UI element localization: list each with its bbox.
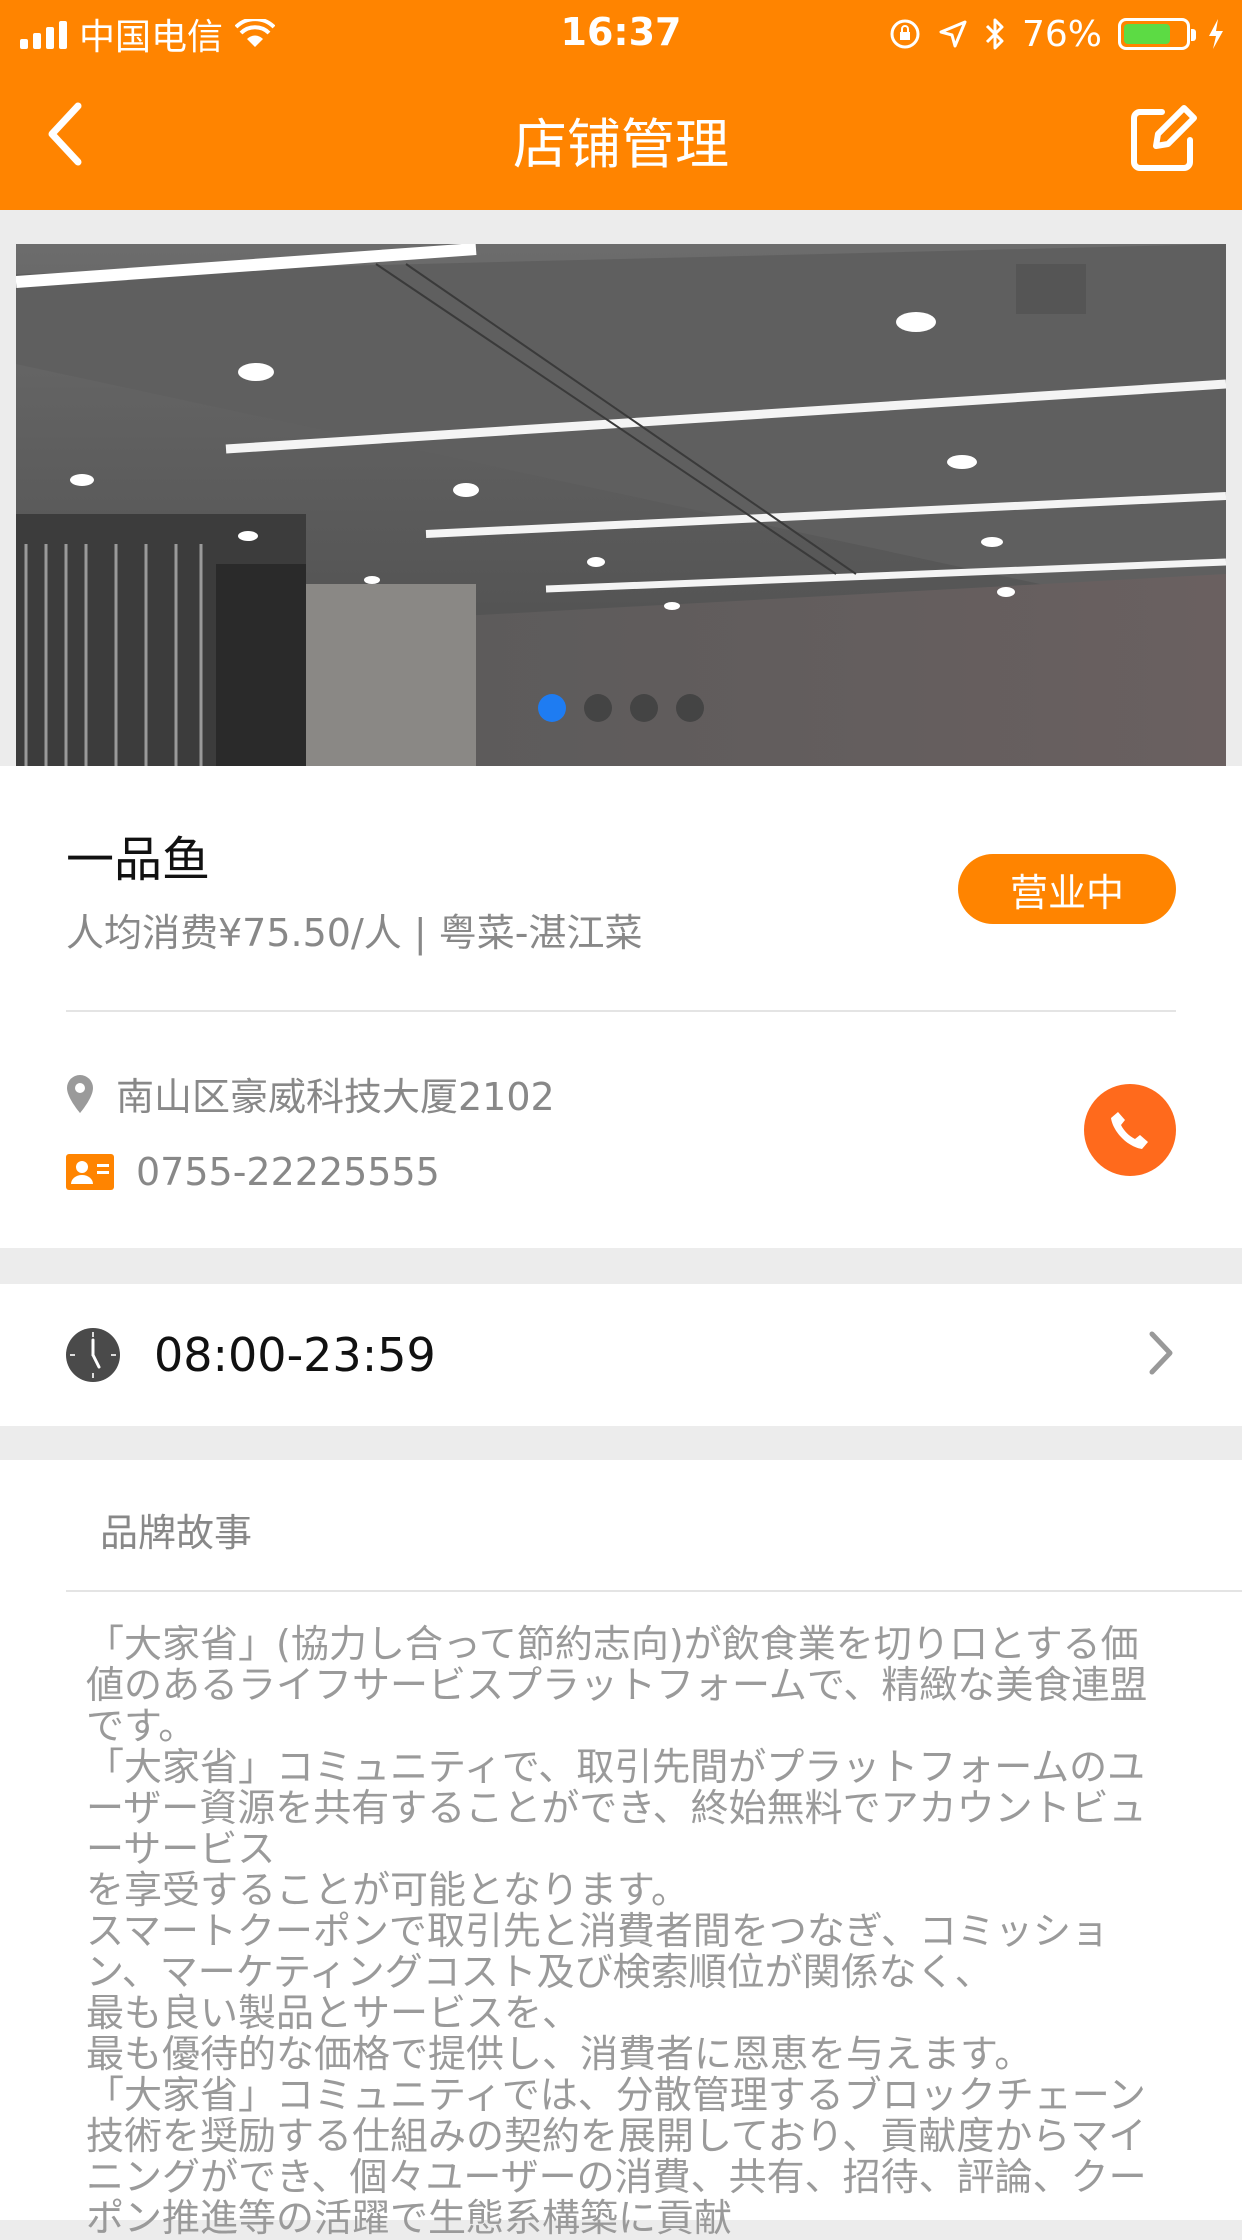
rotation-lock-icon [890,19,920,49]
status-right: 76% [888,10,1226,58]
app-header: 中国电信 16:37 76% 店铺管理 [0,0,1242,210]
carousel-indicators[interactable] [16,694,1226,722]
location-pin-icon [67,1074,93,1113]
business-hours-row[interactable]: 08:00-23:59 [0,1284,1242,1426]
phone-row[interactable]: 0755-22225555 [66,1150,440,1194]
contact-card-icon [66,1154,114,1190]
call-button[interactable] [1084,1084,1176,1176]
page-title: 店铺管理 [513,113,729,176]
divider [66,1010,1176,1012]
carousel-dot[interactable] [630,694,658,722]
store-name: 一品鱼 [66,832,211,888]
edit-icon [1131,105,1197,171]
carousel-dot[interactable] [676,694,704,722]
status-bar: 中国电信 16:37 76% [0,0,1242,66]
clock-icon [66,1328,120,1382]
business-hours-value: 08:00-23:59 [154,1328,436,1382]
location-arrow-icon [939,20,967,48]
store-phone: 0755-22225555 [136,1150,440,1194]
business-status-badge: 营业中 [958,854,1176,924]
battery-icon [1118,18,1196,50]
store-meta: 人均消费¥75.50/人 | 粤菜-湛江菜 [66,911,643,955]
chevron-right-icon [1149,1331,1173,1375]
carousel-dot[interactable] [538,694,566,722]
battery-percent: 76% [1021,13,1102,55]
address-row[interactable]: 南山区豪威科技大厦2102 [66,1066,555,1121]
brand-story-text: 「大家省」(協力し合って節約志向)が飲食業を切り口とする価値のあるライフサービス… [86,1622,1148,2240]
store-photo-carousel[interactable] [16,244,1226,766]
battery-fill [1124,24,1170,44]
brand-story-title: 品牌故事 [100,1511,253,1555]
charging-bolt-icon [1209,19,1223,49]
divider [66,1590,1242,1592]
bluetooth-icon [985,18,1004,50]
phone-icon [1111,1112,1148,1149]
carousel-dot[interactable] [584,694,612,722]
edit-button[interactable] [1128,104,1198,174]
store-photo [16,244,1226,766]
store-address: 南山区豪威科技大厦2102 [116,1075,555,1119]
store-info-card: 一品鱼 人均消费¥75.50/人 | 粤菜-湛江菜 营业中 南山区豪威科技大厦2… [0,766,1242,1248]
brand-story-section: 品牌故事 「大家省」(協力し合って節約志向)が飲食業を切り口とする価値のあるライ… [0,1460,1242,2239]
